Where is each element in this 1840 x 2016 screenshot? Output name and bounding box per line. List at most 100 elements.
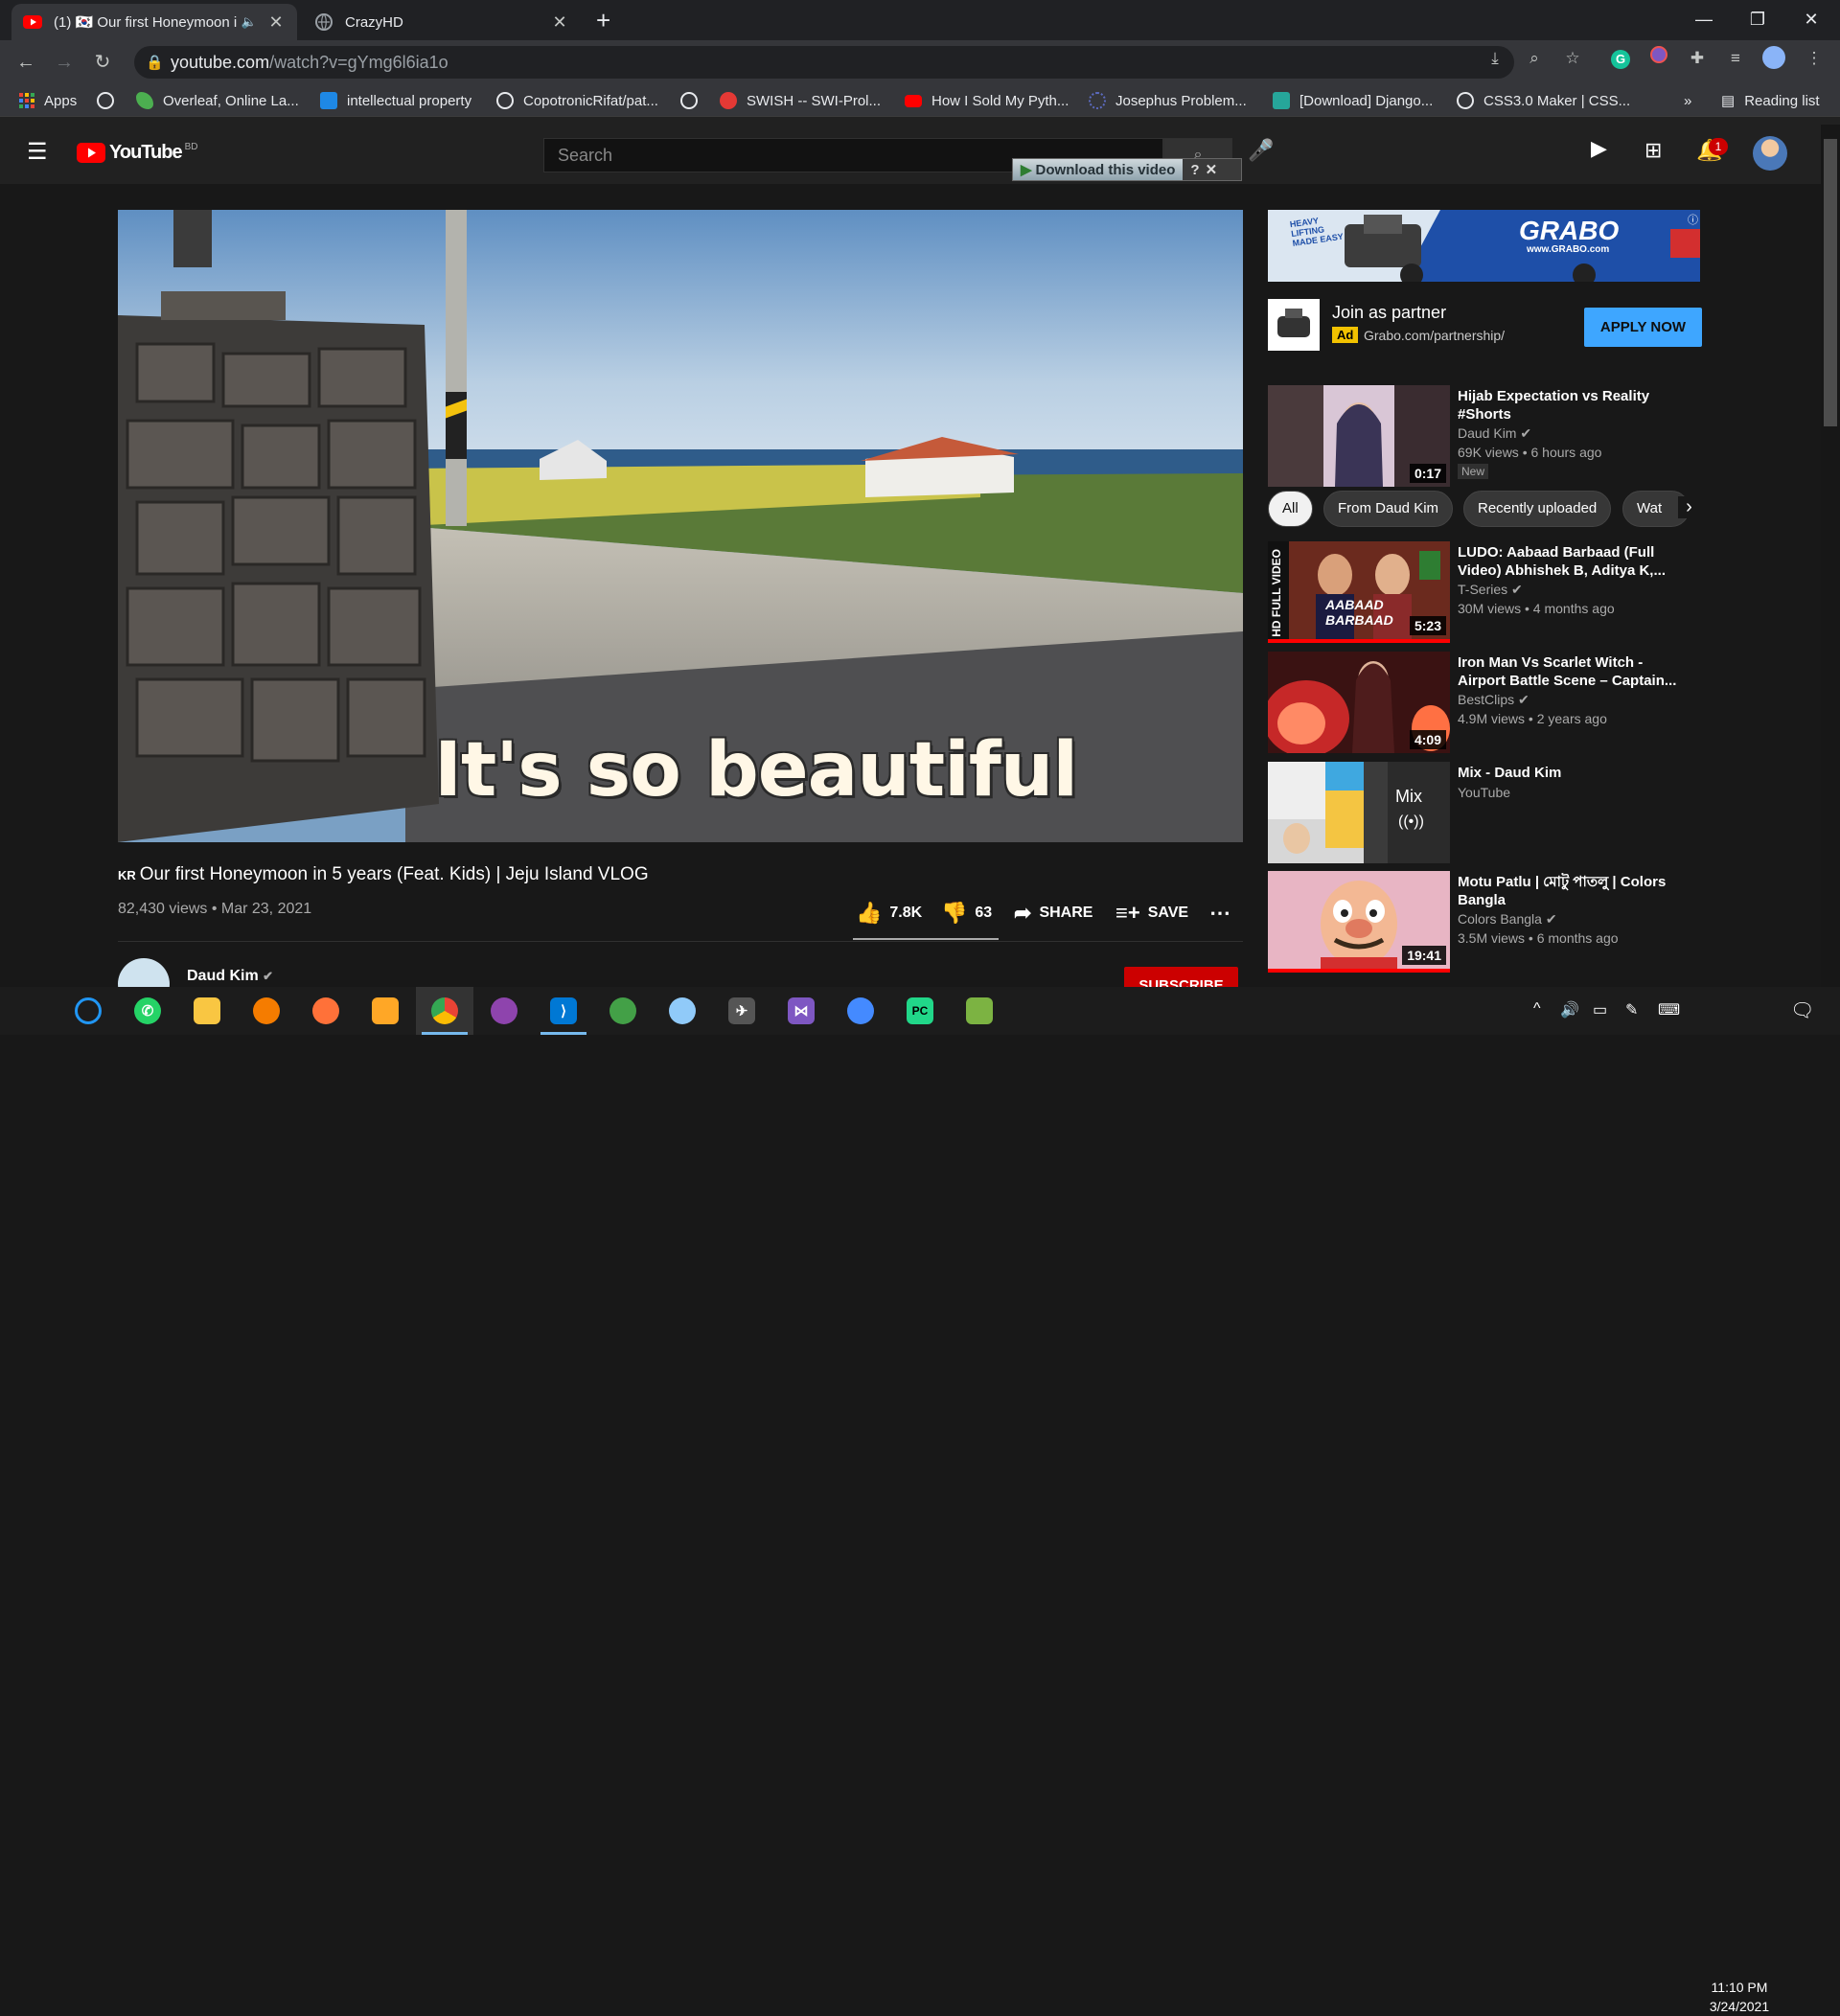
action-center-icon[interactable]: 🗨 xyxy=(1790,998,1814,1022)
bookmark-globe-2[interactable] xyxy=(680,90,707,111)
close-icon[interactable]: ✕ xyxy=(1206,161,1218,178)
lock-icon[interactable]: 🔒 xyxy=(146,54,164,71)
install-app-icon[interactable]: ⤓ xyxy=(1483,46,1507,71)
zoom-icon[interactable]: ⌕ xyxy=(1522,46,1547,71)
video-thumbnail[interactable]: 4:09 xyxy=(1268,652,1450,753)
tab-close-icon[interactable]: ✕ xyxy=(266,12,286,33)
whatsapp-icon[interactable]: ✆ xyxy=(119,987,176,1035)
video-thumbnail[interactable]: HD FULL VIDEO AABAAD BARBAAD 5:23 xyxy=(1268,541,1450,643)
tab-close-icon[interactable]: ✕ xyxy=(550,12,569,33)
recommendation-channel[interactable]: Daud Kim ✔ xyxy=(1458,425,1531,442)
ad-info-icon[interactable]: ⓘ xyxy=(1688,212,1698,227)
video-thumbnail[interactable]: 0:17 xyxy=(1268,385,1450,487)
bookmark-intellectual-property[interactable]: intellectual property xyxy=(320,90,472,111)
chip-all[interactable]: All xyxy=(1268,491,1313,527)
reading-list-button[interactable]: ▤ Reading list xyxy=(1721,90,1820,111)
mix-thumbnail[interactable]: Mix ((•)) xyxy=(1268,762,1450,863)
more-actions-icon[interactable]: ⋯ xyxy=(1209,899,1230,928)
pycharm-icon[interactable]: PC xyxy=(891,987,949,1035)
video-player[interactable]: It's so beautiful xyxy=(118,210,1243,842)
close-window-button[interactable]: ✕ xyxy=(1782,6,1840,33)
recommendation-title[interactable]: Mix - Daud Kim xyxy=(1458,764,1688,782)
chip-recently-uploaded[interactable]: Recently uploaded xyxy=(1463,491,1612,527)
scrollbar-thumb[interactable] xyxy=(1824,139,1837,426)
bookmark-josephus[interactable]: Josephus Problem... xyxy=(1089,90,1247,111)
restore-button[interactable]: ❐ xyxy=(1729,6,1786,33)
recommendation-title[interactable]: Hijab Expectation vs Reality #Shorts xyxy=(1458,387,1688,424)
hamburger-menu-icon[interactable]: ☰ xyxy=(27,138,48,166)
minimize-button[interactable]: — xyxy=(1675,6,1733,33)
spreadsheet-app-icon[interactable] xyxy=(951,987,1008,1035)
system-clock[interactable]: 11:10 PM 3/24/2021 xyxy=(1696,1978,1782,2016)
recommendation-title[interactable]: Iron Man Vs Scarlet Witch - Airport Batt… xyxy=(1458,653,1688,690)
recommendation-item[interactable]: HD FULL VIDEO AABAAD BARBAAD 5:23 LUDO: … xyxy=(1268,541,1700,645)
satellite-app-icon[interactable]: ✈ xyxy=(713,987,770,1035)
bookmark-django[interactable]: [Download] Django... xyxy=(1273,90,1433,111)
like-button[interactable]: 👍 7.8K xyxy=(856,899,922,928)
photo-app-icon[interactable] xyxy=(356,987,414,1035)
address-bar[interactable]: 🔒 youtube.com/watch?v=gYmg6l6ia1o xyxy=(134,46,1514,79)
media-controls-icon[interactable]: ≡ xyxy=(1723,46,1748,71)
channel-name[interactable]: Daud Kim ✔ xyxy=(187,968,273,985)
recommendation-channel[interactable]: BestClips ✔ xyxy=(1458,692,1530,708)
download-video-banner[interactable]: ▶ Download this video ? ✕ xyxy=(1012,158,1242,181)
bookmark-swish[interactable]: SWISH -- SWI-Prol... xyxy=(720,90,881,111)
recommendation-item[interactable]: 4:09 Iron Man Vs Scarlet Witch - Airport… xyxy=(1268,652,1700,755)
visual-studio-icon[interactable]: ⋈ xyxy=(772,987,830,1035)
recommendation-title[interactable]: LUDO: Aabaad Barbaad (Full Video) Abhish… xyxy=(1458,543,1688,580)
cortana-icon[interactable] xyxy=(59,987,117,1035)
messenger-icon[interactable] xyxy=(832,987,889,1035)
file-explorer-icon[interactable] xyxy=(178,987,236,1035)
recommendation-channel[interactable]: Colors Bangla ✔ xyxy=(1458,911,1557,928)
bookmarks-overflow-button[interactable]: » xyxy=(1684,90,1691,111)
volume-icon[interactable]: 🔊 xyxy=(1560,1000,1579,1019)
vscode-icon[interactable]: ⟩ xyxy=(535,987,592,1035)
pen-icon[interactable]: ✎ xyxy=(1625,1000,1638,1019)
show-hidden-icons[interactable]: ^ xyxy=(1533,1000,1541,1018)
youtube-logo[interactable]: YouTube BD xyxy=(77,142,197,164)
forward-icon[interactable]: → xyxy=(50,48,79,77)
chrome-icon[interactable] xyxy=(416,987,473,1035)
apps-grid-icon[interactable]: ⊞ xyxy=(1644,138,1662,163)
keyboard-icon[interactable]: ⌨ xyxy=(1658,1000,1680,1019)
recommendation-item[interactable]: 0:17 Hijab Expectation vs Reality #Short… xyxy=(1268,385,1700,489)
chevron-right-icon[interactable]: › xyxy=(1678,496,1700,518)
help-icon[interactable]: ? xyxy=(1190,162,1199,178)
tab-audio-icon[interactable]: 🔈 xyxy=(242,14,257,30)
bookmark-youtube-video[interactable]: How I Sold My Pyth... xyxy=(905,90,1069,111)
bookmark-css-maker[interactable]: CSS3.0 Maker | CSS... xyxy=(1457,90,1630,111)
bookmark-github[interactable]: CopotronicRifat/pat... xyxy=(496,90,658,111)
microphone-icon[interactable]: 🎤 xyxy=(1248,138,1274,163)
chrome-menu-icon[interactable]: ⋮ xyxy=(1802,46,1827,71)
paint-app-icon[interactable] xyxy=(654,987,711,1035)
ad-url[interactable]: Grabo.com/partnership/ xyxy=(1364,328,1505,343)
github-desktop-icon[interactable] xyxy=(475,987,533,1035)
ad-title[interactable]: Join as partner xyxy=(1332,303,1446,323)
bookmark-globe[interactable] xyxy=(97,90,124,111)
recommendation-channel[interactable]: T-Series ✔ xyxy=(1458,582,1523,598)
grammarly-extension-icon[interactable]: G xyxy=(1608,46,1633,71)
extension-icon[interactable] xyxy=(1646,46,1671,71)
extensions-puzzle-icon[interactable]: ✚ xyxy=(1685,46,1710,71)
recommendation-channel[interactable]: YouTube xyxy=(1458,785,1510,800)
network-icon[interactable]: ▭ xyxy=(1593,1000,1607,1019)
bookmark-star-icon[interactable]: ☆ xyxy=(1560,46,1585,71)
bookmark-apps[interactable]: Apps xyxy=(19,90,77,111)
recommendation-mix[interactable]: Mix ((•)) Mix - Daud Kim YouTube xyxy=(1268,762,1700,865)
create-video-icon[interactable]: ▶︎ xyxy=(1591,136,1607,161)
profile-avatar[interactable] xyxy=(1761,46,1786,71)
dislike-button[interactable]: 👎 63 xyxy=(941,899,992,928)
firefox-icon[interactable] xyxy=(297,987,355,1035)
brave-browser-icon[interactable] xyxy=(238,987,295,1035)
tab-crazyhd[interactable]: CrazyHD ✕ xyxy=(303,4,581,40)
windows-start-icon[interactable] xyxy=(0,987,58,1035)
recommendation-title[interactable]: Motu Patlu | মোটু পাতলু | Colors Bangla xyxy=(1458,873,1688,909)
video-thumbnail[interactable]: 19:41 xyxy=(1268,871,1450,973)
bookmark-overleaf[interactable]: Overleaf, Online La... xyxy=(136,90,299,111)
account-avatar[interactable] xyxy=(1753,136,1787,171)
reload-icon[interactable]: ↻ xyxy=(88,48,117,77)
tab-youtube[interactable]: (1) 🇰🇷 Our first Honeymoon i 🔈 ✕ xyxy=(12,4,297,40)
save-button[interactable]: ≡+ SAVE xyxy=(1116,899,1188,928)
back-icon[interactable]: ← xyxy=(12,48,40,77)
ad-banner-image[interactable]: HEAVY LIFTING MADE EASY GRABO www.GRABO.… xyxy=(1268,210,1700,282)
